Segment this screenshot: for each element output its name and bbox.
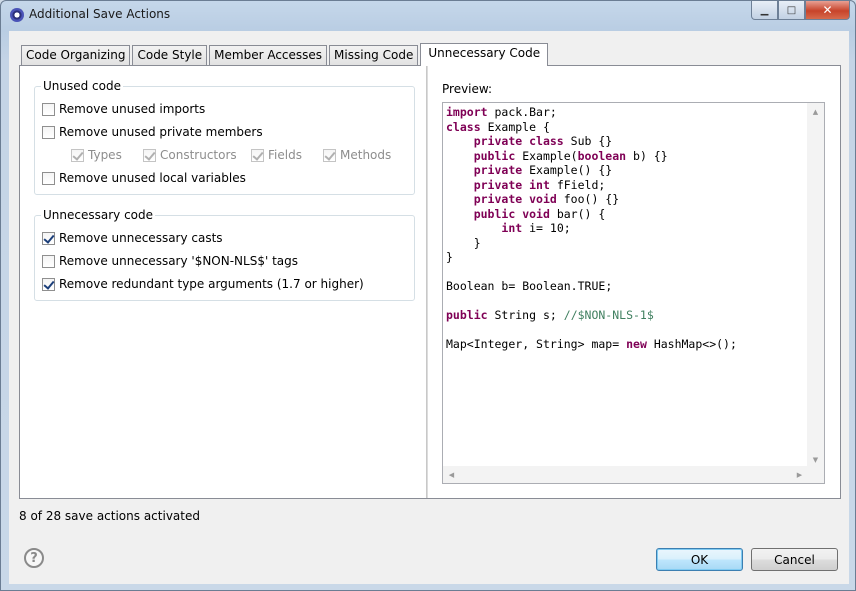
preview-label: Preview: [442, 82, 493, 96]
pane-divider[interactable] [426, 66, 428, 498]
vertical-scrollbar[interactable]: ▲ ▼ [807, 103, 824, 468]
tab-member-accesses[interactable]: Member Accesses [209, 45, 328, 65]
code-line: class Example { [446, 119, 550, 134]
maximize-icon: □ [786, 4, 797, 16]
tab-strip: Code Organizing Code Style Member Access… [21, 43, 550, 66]
close-button[interactable]: ✕ [805, 1, 850, 20]
help-icon[interactable]: ? [24, 548, 44, 568]
remove-redundant-type-arguments-option[interactable]: Remove redundant type arguments (1.7 or … [42, 277, 364, 291]
remove-redundant-type-arguments-label: Remove redundant type arguments (1.7 or … [59, 277, 364, 291]
window-title: Additional Save Actions [29, 7, 171, 21]
horizontal-scrollbar[interactable]: ◀ ▶ [443, 466, 808, 483]
code-line: public String s; //$NON-NLS-1$ [446, 308, 654, 322]
types-option[interactable]: Types [71, 148, 122, 162]
remove-unused-private-members-label: Remove unused private members [59, 125, 263, 139]
code-line: private class Sub {} [473, 134, 613, 148]
remove-unused-private-members-option[interactable]: Remove unused private members [42, 125, 263, 139]
unused-code-group-title: Unused code [41, 79, 123, 93]
scroll-right-icon[interactable]: ▶ [791, 466, 808, 483]
unused-code-group: Unused code Remove unused imports Remove… [34, 79, 415, 195]
close-icon: ✕ [822, 3, 833, 17]
minimize-icon: ▁ [760, 4, 769, 16]
remove-unnecessary-nls-tags-option[interactable]: Remove unnecessary '$NON-NLS$' tags [42, 254, 298, 268]
remove-unused-imports-label: Remove unused imports [59, 102, 206, 116]
remove-redundant-type-arguments-checkbox[interactable] [42, 277, 55, 291]
fields-label: Fields [268, 148, 302, 162]
code-line: } [446, 250, 453, 264]
dialog-window: Additional Save Actions ▁ □ ✕ Code Organ… [0, 0, 856, 591]
preview-code-viewer[interactable]: import pack.Bar; class Example { private… [442, 102, 825, 484]
tab-code-style[interactable]: Code Style [132, 45, 208, 65]
unnecessary-code-group: Unnecessary code Remove unnecessary cast… [34, 208, 415, 301]
minimize-button[interactable]: ▁ [751, 1, 778, 20]
remove-unused-private-members-checkbox[interactable] [42, 125, 55, 139]
tab-panel: Unused code Remove unused imports Remove… [19, 65, 841, 499]
scrollbar-corner [807, 466, 824, 483]
types-checkbox[interactable] [71, 148, 84, 162]
remove-unused-local-variables-label: Remove unused local variables [59, 171, 246, 185]
remove-unnecessary-casts-checkbox[interactable] [42, 231, 55, 245]
constructors-label: Constructors [160, 148, 237, 162]
constructors-option[interactable]: Constructors [143, 148, 237, 162]
methods-checkbox[interactable] [323, 148, 336, 162]
constructors-checkbox[interactable] [143, 148, 156, 162]
remove-unnecessary-casts-option[interactable]: Remove unnecessary casts [42, 231, 223, 245]
code-line: import pack.Bar; [446, 105, 557, 119]
status-text: 8 of 28 save actions activated [19, 509, 200, 523]
code-line: public Example(boolean b) {} [473, 148, 668, 163]
remove-unnecessary-casts-label: Remove unnecessary casts [59, 231, 223, 245]
eclipse-app-icon [10, 8, 24, 22]
remove-unused-imports-checkbox[interactable] [42, 102, 55, 116]
methods-label: Methods [340, 148, 392, 162]
dialog-content: Code Organizing Code Style Member Access… [9, 31, 849, 584]
maximize-button[interactable]: □ [778, 1, 805, 20]
remove-unnecessary-nls-tags-label: Remove unnecessary '$NON-NLS$' tags [59, 254, 299, 268]
title-bar[interactable]: Additional Save Actions ▁ □ ✕ [1, 1, 855, 29]
code-line: } [446, 235, 481, 250]
fields-checkbox[interactable] [251, 148, 264, 162]
code-line: Boolean b= Boolean.TRUE; [446, 279, 613, 293]
scroll-up-icon[interactable]: ▲ [807, 103, 824, 120]
remove-unnecessary-nls-tags-checkbox[interactable] [42, 254, 55, 268]
tab-code-organizing[interactable]: Code Organizing [21, 45, 131, 65]
fields-option[interactable]: Fields [251, 148, 302, 162]
methods-option[interactable]: Methods [323, 148, 391, 162]
code-line: public void bar() { [473, 206, 606, 221]
ok-button[interactable]: OK [656, 548, 743, 571]
code-line: private void foo() {} [473, 192, 620, 206]
window-controls: ▁ □ ✕ [751, 1, 850, 21]
tab-unnecessary-code[interactable]: Unnecessary Code [420, 43, 549, 66]
remove-unused-imports-option[interactable]: Remove unused imports [42, 102, 205, 116]
tab-missing-code[interactable]: Missing Code [329, 45, 419, 65]
code-line: int i= 10; [501, 221, 571, 235]
options-pane: Unused code Remove unused imports Remove… [20, 66, 426, 498]
code-line: private Example() {} [473, 163, 613, 177]
types-label: Types [88, 148, 122, 162]
preview-code: import pack.Bar; class Example { private… [446, 105, 737, 352]
remove-unused-local-variables-checkbox[interactable] [42, 171, 55, 185]
scroll-left-icon[interactable]: ◀ [443, 466, 460, 483]
unnecessary-code-group-title: Unnecessary code [41, 208, 156, 222]
code-line: private int fField; [473, 177, 606, 192]
cancel-button[interactable]: Cancel [751, 548, 838, 571]
code-line: Map<Integer, String> map= new HashMap<>(… [446, 337, 737, 351]
remove-unused-local-variables-option[interactable]: Remove unused local variables [42, 171, 246, 185]
